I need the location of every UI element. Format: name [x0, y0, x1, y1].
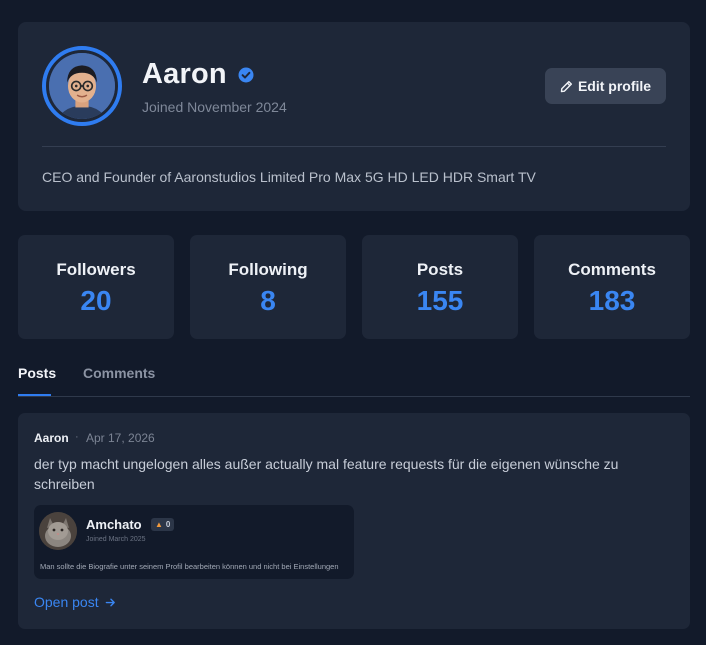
embed-badge: ▲ 0 — [151, 518, 175, 531]
avatar[interactable] — [42, 46, 122, 126]
post-text: der typ macht ungelogen alles außer actu… — [34, 456, 619, 492]
stat-value: 183 — [588, 285, 636, 316]
joined-date: Joined November 2024 — [142, 99, 287, 115]
edit-profile-button[interactable]: Edit profile — [545, 68, 666, 104]
stat-following[interactable]: Following 8 — [190, 235, 346, 339]
stat-followers[interactable]: Followers 20 — [18, 235, 174, 339]
open-post-link[interactable]: Open post — [34, 594, 116, 610]
embed-badge-count: 0 — [165, 520, 171, 529]
post-date: Apr 17, 2026 — [86, 431, 155, 445]
embed-bio: Man sollte die Biografie unter seinem Pr… — [40, 562, 339, 571]
pencil-icon — [560, 80, 572, 92]
profile-card: Aaron Joined November 2024 Edit profile … — [18, 22, 690, 211]
active-tab-indicator — [18, 394, 51, 396]
tab-comments[interactable]: Comments — [83, 365, 155, 381]
post-separator: · — [75, 431, 79, 443]
stat-label: Following — [228, 260, 308, 279]
stat-value: 8 — [260, 285, 276, 316]
stat-label: Comments — [568, 260, 656, 279]
stat-posts[interactable]: Posts 155 — [362, 235, 518, 339]
post-card[interactable]: Aaron · Apr 17, 2026 der typ macht ungel… — [18, 413, 690, 629]
edit-profile-label: Edit profile — [577, 78, 652, 94]
avatar-image — [49, 53, 115, 119]
stat-value: 20 — [80, 285, 112, 316]
stat-label: Followers — [56, 260, 136, 279]
verified-check-icon — [238, 67, 254, 83]
embed-name: Amchato — [86, 517, 142, 532]
profile-page: Aaron Joined November 2024 Edit profile … — [0, 0, 706, 645]
embed-joined: Joined March 2025 — [86, 536, 146, 543]
flame-icon: ▲ — [155, 520, 163, 529]
profile-name: Aaron — [142, 58, 227, 90]
arrow-right-icon — [105, 598, 115, 606]
stat-label: Posts — [416, 260, 464, 279]
embedded-profile-card[interactable]: Amchato ▲ 0 Joined March 2025 Man sollte… — [34, 505, 354, 579]
profile-bio: CEO and Founder of Aaronstudios Limited … — [42, 169, 536, 185]
embed-avatar — [39, 512, 77, 550]
tabs-divider — [18, 396, 690, 397]
stat-comments[interactable]: Comments 183 — [534, 235, 690, 339]
tab-posts[interactable]: Posts — [18, 365, 56, 381]
open-post-label: Open post — [34, 594, 99, 610]
stat-value: 155 — [416, 285, 464, 316]
post-author[interactable]: Aaron — [34, 431, 69, 445]
divider — [42, 146, 666, 147]
